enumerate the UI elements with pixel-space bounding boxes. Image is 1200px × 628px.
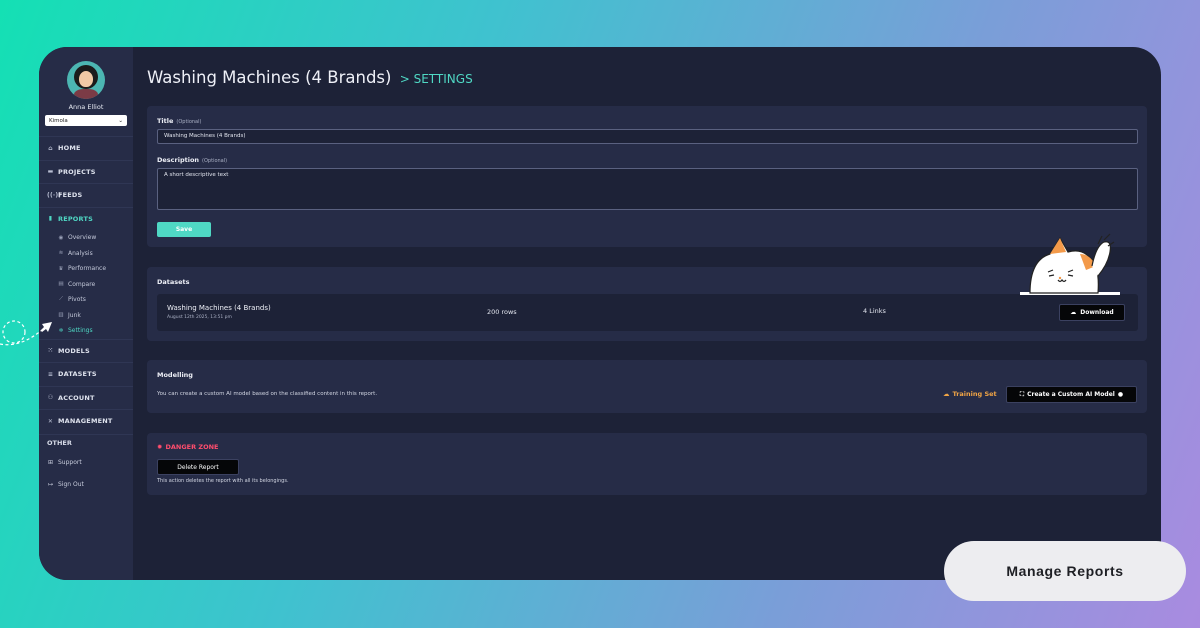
expand-icon: ⛶ <box>1019 390 1025 398</box>
datasets-panel: Datasets Washing Machines (4 Brands) Aug… <box>147 267 1147 341</box>
management-icon: ✕ <box>47 417 54 425</box>
delete-report-button[interactable]: Delete Report <box>157 459 239 475</box>
sidebar-item-feeds[interactable]: ((·)) FEEDS <box>39 183 133 207</box>
sidebar-subitem-label: Overview <box>68 234 97 242</box>
sidebar-subitem-analysis[interactable]: ≋ Analysis <box>39 246 133 262</box>
modelling-panel: Modelling You can create a custom AI mod… <box>147 360 1147 413</box>
sidebar: Anna Elliot Kimola ⌄ ⌂ HOME ▬ PROJECTS ((·… <box>39 47 133 580</box>
sidebar-subitem-label: Junk <box>68 311 81 319</box>
danger-zone-panel: ✹ DANGER ZONE Delete Report This action d… <box>147 433 1147 495</box>
compare-icon: ▤ <box>58 281 64 288</box>
page-title: Washing Machines (4 Brands) > SETTINGS <box>147 68 473 87</box>
folder-icon: ▬ <box>47 168 54 176</box>
sidebar-item-label: MODELS <box>58 346 90 355</box>
breadcrumb-current: SETTINGS <box>413 72 473 86</box>
breadcrumb-separator: > <box>399 72 410 86</box>
analysis-icon: ≋ <box>58 250 64 257</box>
user-name: Anna Elliot <box>68 103 104 111</box>
sidebar-subitem-label: Analysis <box>68 249 93 257</box>
sidebar-subitem-label: Pivots <box>68 296 86 304</box>
sidebar-item-label: ACCOUNT <box>58 393 95 402</box>
main-content: Washing Machines (4 Brands) > SETTINGS T… <box>133 47 1161 580</box>
sidebar-item-home[interactable]: ⌂ HOME <box>39 136 133 160</box>
support-icon: ⊞ <box>47 459 54 466</box>
bug-icon: ✹ <box>157 443 163 451</box>
page-title-text: Washing Machines (4 Brands) <box>147 68 392 87</box>
dataset-rows: 200 rows <box>487 308 517 316</box>
trophy-icon: ♛ <box>58 265 64 272</box>
sidebar-item-account[interactable]: ⚇ ACCOUNT <box>39 385 133 410</box>
sidebar-subitem-label: Settings <box>68 327 93 335</box>
title-label: Title (Optional) <box>157 117 202 125</box>
sidebar-item-management[interactable]: ✕ MANAGEMENT <box>39 409 133 433</box>
sidebar-section-other: OTHER <box>39 433 133 452</box>
sidebar-subitem-performance[interactable]: ♛ Performance <box>39 261 133 277</box>
sidebar-subitem-overview[interactable]: ◉ Overview <box>39 230 133 246</box>
sidebar-item-label: Support <box>58 459 82 466</box>
info-icon: ● <box>1117 391 1124 398</box>
sidebar-item-label: FEEDS <box>58 191 83 200</box>
home-icon: ⌂ <box>48 144 53 152</box>
eye-icon: ◉ <box>58 234 64 241</box>
danger-zone-heading: ✹ DANGER ZONE <box>157 443 219 451</box>
download-button[interactable]: ☁ Download <box>1059 304 1125 321</box>
sidebar-item-label: PROJECTS <box>58 167 96 176</box>
description-label: Description (Optional) <box>157 156 228 164</box>
pivot-icon: ⟋ <box>59 296 63 303</box>
sidebar-item-reports[interactable]: ▮ REPORTS <box>39 206 133 231</box>
save-button[interactable]: Save <box>157 222 211 237</box>
modelling-description: You can create a custom AI model based o… <box>157 391 378 397</box>
sidebar-subitem-label: Compare <box>68 280 96 288</box>
manage-reports-button[interactable]: Manage Reports <box>944 541 1186 601</box>
sidebar-item-label: Sign Out <box>58 481 84 488</box>
title-field[interactable]: Washing Machines (4 Brands) <box>157 129 1138 144</box>
chevron-down-icon: ⌄ <box>118 117 123 124</box>
avatar[interactable] <box>67 61 105 99</box>
sign-out-icon: ↦ <box>47 481 54 488</box>
sidebar-item-label: DATASETS <box>58 370 97 379</box>
modelling-heading: Modelling <box>157 371 193 379</box>
sidebar-item-label: REPORTS <box>58 214 93 223</box>
breadcrumb[interactable]: > SETTINGS <box>400 72 473 86</box>
settings-panel: Title (Optional) Washing Machines (4 Bran… <box>147 106 1147 247</box>
dataset-links: 4 Links <box>863 307 886 315</box>
sidebar-item-projects[interactable]: ▬ PROJECTS <box>39 159 133 184</box>
org-select[interactable]: Kimola ⌄ <box>45 115 127 126</box>
sidebar-subitem-label: Performance <box>68 265 107 273</box>
cat-mascot-icon <box>1020 233 1120 295</box>
sidebar-item-support[interactable]: ⊞ Support <box>39 452 133 474</box>
bar-chart-icon: ▮ <box>48 215 53 223</box>
sidebar-nav: ⌂ HOME ▬ PROJECTS ((·)) FEEDS ▮ REPORTS ◉ Ove… <box>39 136 133 496</box>
sidebar-item-label: MANAGEMENT <box>58 417 113 426</box>
account-icon: ⚇ <box>47 394 54 402</box>
cursor-pointer-icon <box>0 320 52 346</box>
create-ai-model-label: Create a Custom AI Model <box>1027 391 1115 398</box>
danger-zone-description: This action deletes the report with all … <box>157 478 289 484</box>
datasets-heading: Datasets <box>157 278 190 286</box>
description-field[interactable]: A short descriptive text <box>157 168 1138 210</box>
download-label: Download <box>1080 309 1114 316</box>
training-set-label: Training Set <box>952 390 997 398</box>
app-window: Anna Elliot Kimola ⌄ ⌂ HOME ▬ PROJECTS ((·… <box>39 47 1161 580</box>
database-icon: ≡ <box>47 370 54 378</box>
dataset-row: Washing Machines (4 Brands) August 12th … <box>157 294 1138 331</box>
cloud-download-icon: ☁ <box>1070 309 1077 316</box>
sidebar-item-datasets[interactable]: ≡ DATASETS <box>39 362 133 386</box>
sidebar-subitem-compare[interactable]: ▤ Compare <box>39 277 133 293</box>
dataset-date: August 12th 2025, 13:51 pm <box>167 315 232 320</box>
feeds-icon: ((·)) <box>47 191 62 199</box>
training-set-link[interactable]: ☁ Training Set <box>943 390 997 398</box>
sidebar-item-label: HOME <box>58 144 81 153</box>
org-select-value: Kimola <box>49 117 68 124</box>
sidebar-subitem-pivots[interactable]: ⟋ Pivots <box>39 292 133 308</box>
create-ai-model-button[interactable]: ⛶ Create a Custom AI Model ● <box>1006 386 1137 403</box>
sidebar-item-sign-out[interactable]: ↦ Sign Out <box>39 474 133 496</box>
cloud-icon: ☁ <box>943 390 950 398</box>
dataset-name[interactable]: Washing Machines (4 Brands) <box>167 304 271 312</box>
